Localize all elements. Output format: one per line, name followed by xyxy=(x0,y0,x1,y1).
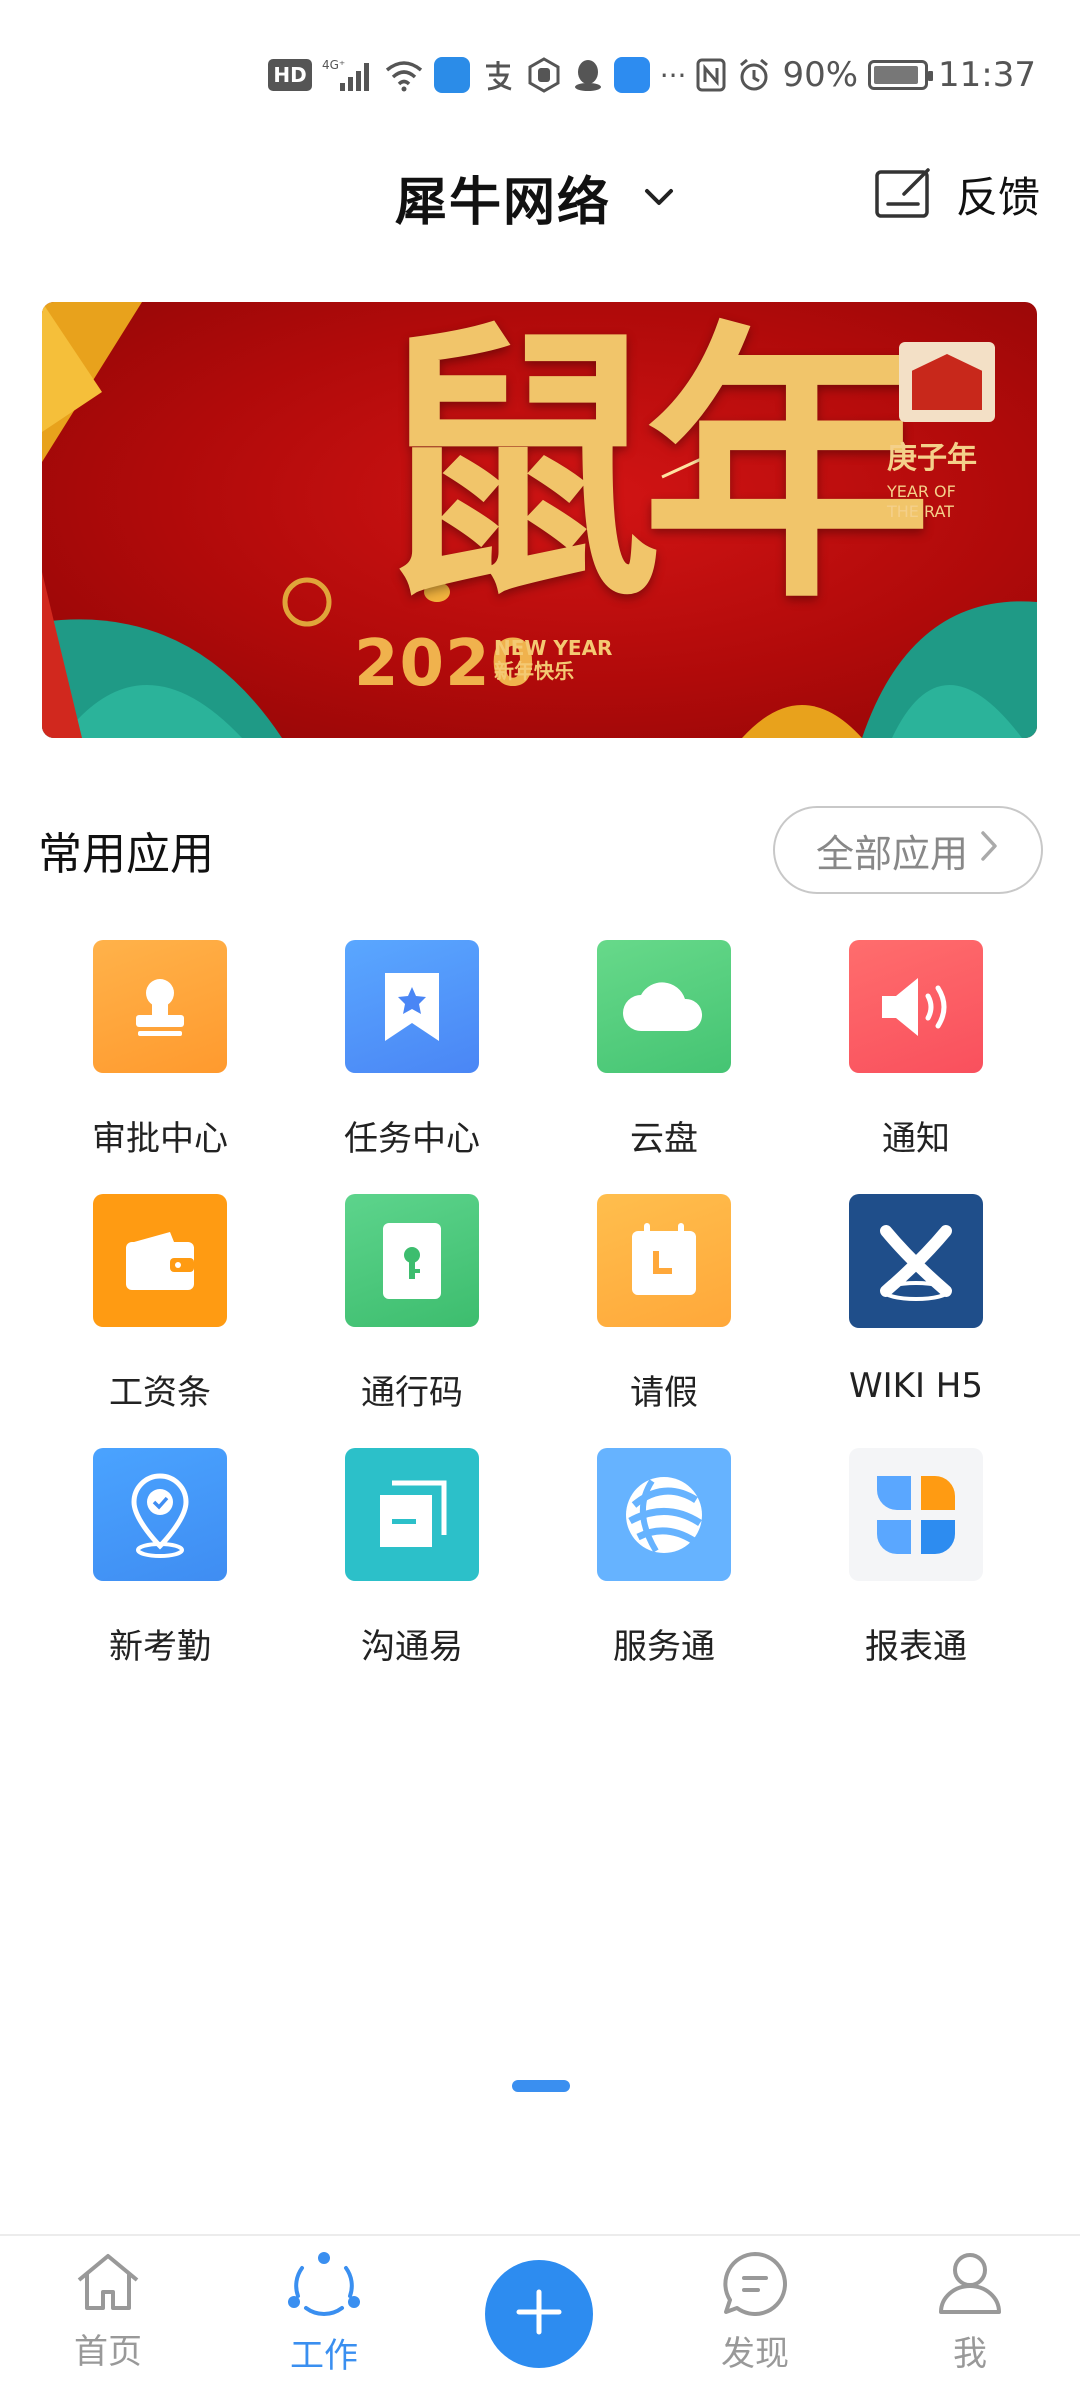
alipay-icon xyxy=(480,55,516,95)
tab-me-label: 我 xyxy=(953,2334,987,2374)
app-report-tong[interactable]: 报表通 xyxy=(790,1448,1042,1668)
feedback-button[interactable]: 反馈 xyxy=(874,164,1040,225)
battery-icon xyxy=(868,60,934,90)
app-label: 请假 xyxy=(630,1373,698,1413)
calendar-icon xyxy=(597,1194,731,1327)
zodiac-en-1: YEAR OF xyxy=(887,482,956,501)
add-button[interactable] xyxy=(485,2260,593,2368)
app-label: 新考勤 xyxy=(109,1627,211,1667)
app-task-center[interactable]: 任务中心 xyxy=(286,940,538,1160)
tab-discover-label: 发现 xyxy=(721,2334,789,2374)
tab-discover[interactable]: 发现 xyxy=(665,2250,845,2400)
app-label: 通行码 xyxy=(361,1373,463,1413)
work-orbit-icon xyxy=(286,2250,362,2322)
banner-new-year-cn: 新年快乐 xyxy=(494,659,574,683)
org-switcher[interactable]: 犀牛网络 xyxy=(395,160,679,235)
app-pass-code[interactable]: 通行码 xyxy=(286,1194,538,1414)
header: 犀牛网络 反馈 xyxy=(0,150,1080,250)
wifi-icon xyxy=(384,55,424,95)
user-icon xyxy=(935,2250,1005,2320)
app-label: 云盘 xyxy=(630,1119,698,1159)
wallet-icon xyxy=(93,1194,227,1327)
key-lock-icon xyxy=(345,1194,479,1327)
app-new-attendance[interactable]: 新考勤 xyxy=(34,1448,286,1668)
clock: 11:37 xyxy=(938,55,1036,95)
app-label: 报表通 xyxy=(865,1627,967,1667)
tab-work[interactable]: 工作 xyxy=(234,2250,414,2400)
speaker-icon xyxy=(849,940,983,1073)
screen: HD 4G⁺ ··· 90% 11:37 犀牛网络 反馈 鼠年 2020 NEW… xyxy=(0,0,1080,2400)
edit-note-icon xyxy=(874,166,934,224)
hand-badge-icon xyxy=(526,55,562,95)
nfc-icon xyxy=(696,55,726,95)
app-label: WIKI H5 xyxy=(849,1366,983,1406)
tab-work-label: 工作 xyxy=(290,2336,358,2376)
four-petal-icon xyxy=(849,1448,983,1581)
chat-bubble-icon xyxy=(720,2250,790,2320)
qq-icon xyxy=(572,55,604,95)
zodiac-en-2: THE RAT xyxy=(887,501,954,521)
more-dots-icon: ··· xyxy=(659,58,687,92)
app-label: 工资条 xyxy=(109,1373,211,1413)
battery-percent: 90% xyxy=(782,55,859,95)
rhino-app-icon xyxy=(433,57,470,93)
app-label: 沟通易 xyxy=(361,1627,463,1667)
chevron-right-icon xyxy=(978,828,1000,872)
app-goutongyi[interactable]: 沟通易 xyxy=(286,1448,538,1668)
app-wiki-h5[interactable]: WIKI H5 xyxy=(790,1194,1042,1414)
app-label: 服务通 xyxy=(613,1627,715,1667)
network-type: 4G⁺ xyxy=(322,58,345,72)
app-approval-center[interactable]: 审批中心 xyxy=(34,940,286,1160)
bottom-nav: 首页 工作 发现 我 xyxy=(0,2234,1080,2400)
feedback-label: 反馈 xyxy=(955,173,1040,222)
all-apps-button[interactable]: 全部应用 xyxy=(773,806,1043,894)
tab-me[interactable]: 我 xyxy=(880,2250,1060,2400)
banner-zodiac: 庚子年 YEAR OF THE RAT xyxy=(887,442,977,520)
banner-new-year: NEW YEAR 新年快乐 xyxy=(494,637,612,683)
status-bar: HD 4G⁺ ··· 90% 11:37 xyxy=(0,0,1080,150)
promo-banner[interactable]: 鼠年 2020 NEW YEAR 新年快乐 庚子年 YEAR OF THE RA… xyxy=(42,302,1037,738)
banner-title: 鼠年 xyxy=(372,302,932,637)
app-payslip[interactable]: 工资条 xyxy=(34,1194,286,1414)
zodiac-cn: 庚子年 xyxy=(887,441,977,476)
app-leave-request[interactable]: 请假 xyxy=(538,1194,790,1414)
app-service-tong[interactable]: 服务通 xyxy=(538,1448,790,1668)
hd-icon: HD xyxy=(268,59,312,91)
dingtalk-icon xyxy=(613,57,650,93)
plus-icon xyxy=(514,2287,564,2341)
brand-logo-icon xyxy=(899,342,995,422)
home-icon xyxy=(73,2250,143,2318)
signal-icon: 4G⁺ xyxy=(322,55,374,95)
section-title: 常用应用 xyxy=(38,829,214,880)
swirl-ball-icon xyxy=(597,1448,731,1581)
chevron-down-icon xyxy=(639,178,679,218)
app-notification[interactable]: 通知 xyxy=(790,940,1042,1160)
org-name: 犀牛网络 xyxy=(395,173,612,233)
app-label: 任务中心 xyxy=(344,1119,480,1159)
stamp-icon xyxy=(93,940,227,1073)
page-indicator xyxy=(512,2080,570,2092)
app-cloud-disk[interactable]: 云盘 xyxy=(538,940,790,1160)
tab-home-label: 首页 xyxy=(74,2332,142,2372)
cloud-icon xyxy=(597,940,731,1073)
windows-icon xyxy=(345,1448,479,1581)
app-label: 通知 xyxy=(882,1119,950,1159)
bookmark-star-icon xyxy=(345,940,479,1073)
alarm-icon xyxy=(736,55,772,95)
location-check-icon xyxy=(93,1448,227,1581)
banner-new-year-en: NEW YEAR xyxy=(494,636,613,660)
app-label: 审批中心 xyxy=(92,1119,228,1159)
all-apps-label: 全部应用 xyxy=(815,831,968,876)
tab-home[interactable]: 首页 xyxy=(18,2250,198,2400)
confluence-icon xyxy=(849,1194,983,1328)
